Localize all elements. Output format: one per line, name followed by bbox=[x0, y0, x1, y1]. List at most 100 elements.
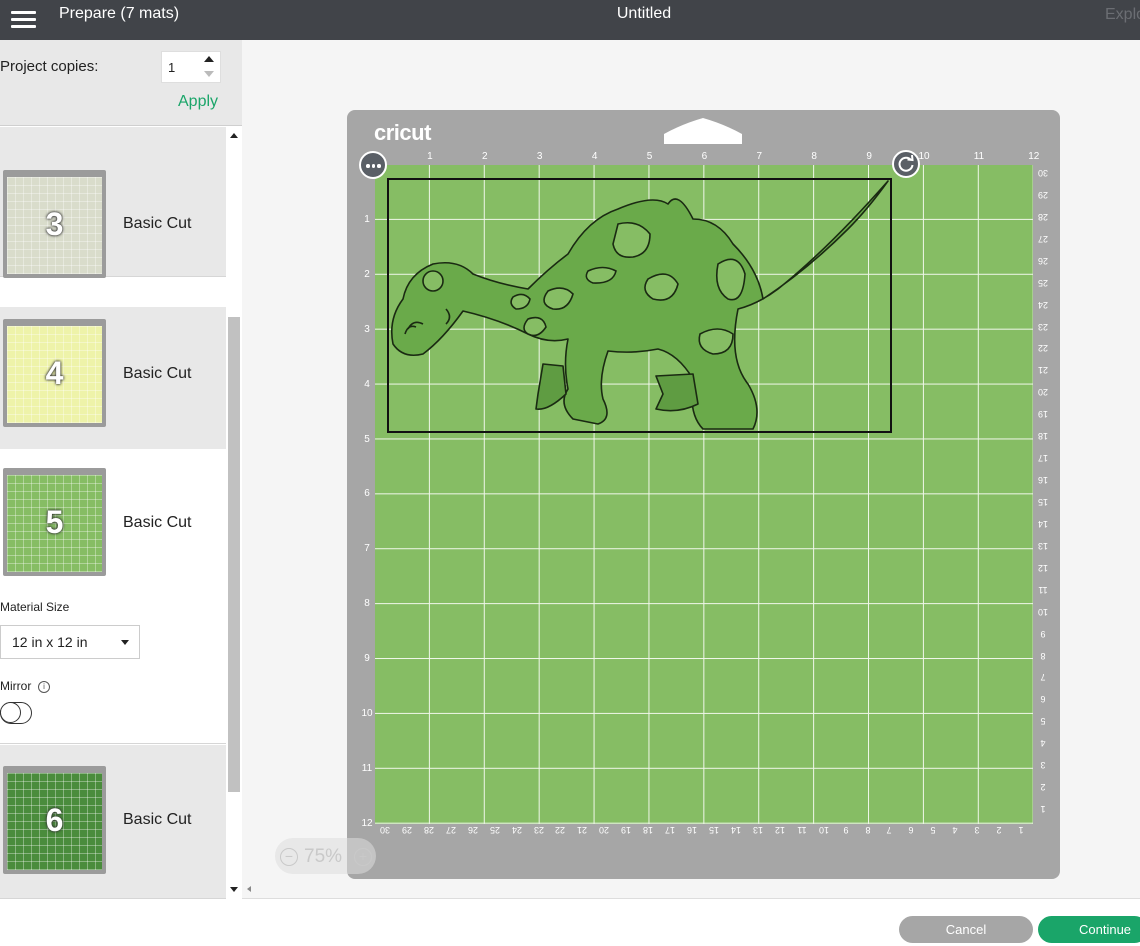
mat-thumbnail: 5 bbox=[3, 468, 106, 576]
mirror-toggle[interactable] bbox=[0, 702, 32, 724]
ruler-bottom-label: 19 bbox=[621, 825, 632, 835]
ruler-right-label: 26 bbox=[1038, 255, 1049, 266]
mat-panel: Project copies: 1 Apply 3 Basic Cut 4 Ba… bbox=[0, 40, 242, 946]
ruler-bottom-label: 7 bbox=[886, 825, 892, 835]
ruler-left-label: 8 bbox=[364, 598, 370, 610]
scroll-down-icon[interactable] bbox=[230, 887, 238, 892]
ruler-right-label: 4 bbox=[1040, 738, 1046, 749]
ruler-right-label: 24 bbox=[1038, 299, 1049, 310]
ruler-bottom-label: 18 bbox=[643, 825, 654, 835]
dinosaur-design[interactable] bbox=[388, 179, 891, 432]
ruler-left-label: 1 bbox=[364, 213, 370, 225]
mat-item-6[interactable]: 6 Basic Cut bbox=[0, 745, 226, 899]
zoom-in-icon[interactable]: + bbox=[354, 848, 372, 866]
scroll-left-icon[interactable] bbox=[247, 886, 251, 892]
ruler-bottom-label: 29 bbox=[401, 825, 412, 835]
project-copies-section: Project copies: 1 Apply bbox=[0, 40, 242, 126]
ruler-left-label: 7 bbox=[364, 543, 370, 555]
ruler-bottom-label: 5 bbox=[930, 825, 936, 835]
ruler-right-label: 1 bbox=[1040, 804, 1046, 815]
ruler-right-label: 12 bbox=[1038, 562, 1049, 573]
zoom-level: 75% bbox=[304, 846, 343, 867]
mat-thumbnail: 6 bbox=[3, 766, 106, 874]
project-copies-input[interactable]: 1 bbox=[161, 51, 221, 83]
ruler-right-label: 30 bbox=[1038, 168, 1049, 178]
ruler-bottom-label: 2 bbox=[996, 825, 1002, 835]
document-title: Untitled bbox=[616, 5, 672, 22]
ruler-left-label: 9 bbox=[364, 653, 370, 665]
ruler-left-label: 4 bbox=[364, 378, 370, 390]
zoom-out-icon[interactable]: − bbox=[280, 848, 298, 866]
decrement-icon[interactable] bbox=[204, 71, 214, 77]
ruler-right-label: 2 bbox=[1040, 782, 1046, 793]
ruler-right-label: 20 bbox=[1038, 387, 1049, 398]
mat-number: 3 bbox=[45, 206, 64, 242]
zoom-control: − 75% + bbox=[275, 838, 376, 874]
ruler-bottom-label: 10 bbox=[818, 825, 829, 835]
ruler-right-label: 3 bbox=[1040, 760, 1046, 771]
mat-options-button[interactable] bbox=[359, 151, 387, 179]
ruler-bottom-label: 24 bbox=[511, 825, 522, 835]
ruler-top-label: 11 bbox=[973, 151, 985, 162]
ruler-top-label: 2 bbox=[482, 151, 488, 162]
ruler-bottom-label: 22 bbox=[555, 825, 566, 835]
machine-label[interactable]: Explo bbox=[1105, 6, 1140, 24]
ruler-bottom-label: 25 bbox=[489, 825, 500, 835]
ruler-top-label: 9 bbox=[866, 151, 872, 162]
ruler-left-label: 10 bbox=[361, 708, 373, 719]
ruler-top-label: 3 bbox=[536, 151, 543, 162]
top-bar: Prepare (7 mats) Untitled Explo bbox=[0, 0, 1140, 40]
mirror-label: Mirror bbox=[0, 679, 32, 693]
ruler-bottom-label: 6 bbox=[908, 825, 914, 835]
mat-thumbnail: 3 bbox=[3, 170, 106, 278]
material-size-select[interactable]: 12 in x 12 in bbox=[0, 625, 140, 659]
ruler-right-label: 7 bbox=[1040, 672, 1046, 683]
ruler-bottom-label: 17 bbox=[665, 825, 676, 835]
ruler-bottom-label: 13 bbox=[752, 825, 763, 835]
ruler-right-label: 23 bbox=[1038, 321, 1049, 332]
ruler-bottom-label: 23 bbox=[533, 825, 544, 835]
ruler-left-label: 2 bbox=[364, 268, 370, 280]
mat-handle bbox=[664, 118, 742, 144]
ruler-right-label: 13 bbox=[1038, 540, 1049, 551]
ruler-right-label: 18 bbox=[1038, 431, 1049, 442]
ruler-top-label: 7 bbox=[756, 151, 763, 162]
mat-item-4[interactable]: 4 Basic Cut bbox=[0, 307, 226, 457]
continue-button[interactable]: Continue bbox=[1038, 916, 1140, 943]
ruler-top-label: 6 bbox=[701, 151, 708, 162]
apply-button[interactable]: Apply bbox=[178, 93, 218, 111]
mat-number: 6 bbox=[45, 802, 64, 838]
material-size-label: Material Size bbox=[0, 600, 70, 614]
ruler-bottom-label: 9 bbox=[843, 825, 849, 835]
ruler-bottom-label: 21 bbox=[577, 825, 588, 835]
cancel-button[interactable]: Cancel bbox=[899, 916, 1033, 943]
scroll-thumb[interactable] bbox=[228, 317, 240, 792]
toggle-knob bbox=[0, 702, 21, 723]
material-size-value: 12 in x 12 in bbox=[12, 634, 88, 650]
info-icon[interactable]: i bbox=[38, 681, 50, 693]
chevron-down-icon bbox=[121, 640, 129, 645]
ruler-right-label: 19 bbox=[1038, 409, 1049, 420]
ruler-bottom-label: 27 bbox=[445, 825, 456, 835]
ruler-bottom-label: 12 bbox=[774, 825, 785, 835]
project-copies-value: 1 bbox=[168, 60, 176, 75]
ruler-right-label: 11 bbox=[1038, 584, 1048, 595]
mat-item-3[interactable]: 3 Basic Cut bbox=[0, 130, 226, 278]
increment-icon[interactable] bbox=[204, 56, 214, 62]
ruler-left-label: 3 bbox=[364, 323, 370, 335]
ruler-right-label: 16 bbox=[1038, 475, 1049, 486]
rotate-icon[interactable] bbox=[892, 150, 920, 178]
ruler-right-label: 15 bbox=[1038, 497, 1049, 507]
ruler-bottom-label: 16 bbox=[687, 825, 698, 835]
project-copies-label: Project copies: bbox=[0, 58, 99, 75]
ruler-bottom-label: 4 bbox=[952, 825, 958, 835]
ruler-right-label: 8 bbox=[1040, 650, 1046, 661]
ruler-bottom-label: 3 bbox=[974, 825, 980, 835]
ruler-bottom-label: 14 bbox=[730, 825, 741, 835]
ruler-right-label: 29 bbox=[1038, 189, 1049, 200]
mat-item-5[interactable]: 5 Basic Cut Material Size 12 in x 12 in … bbox=[0, 449, 226, 744]
mat-list-scrollbar[interactable] bbox=[226, 127, 242, 899]
scroll-up-icon[interactable] bbox=[230, 133, 238, 138]
ruler-right-label: 25 bbox=[1038, 277, 1049, 288]
ruler-right-label: 10 bbox=[1038, 606, 1049, 617]
